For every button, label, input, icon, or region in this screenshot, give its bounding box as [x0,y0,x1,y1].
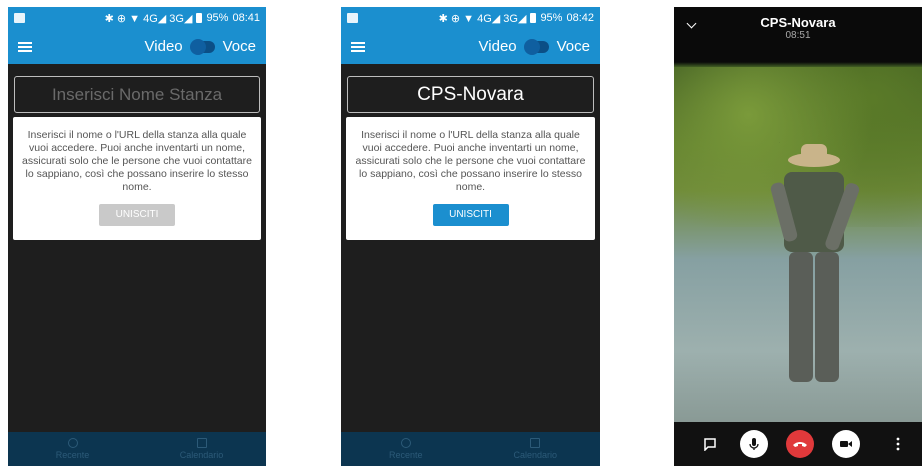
menu-icon[interactable] [351,41,365,52]
app-toolbar: Video Voce [341,29,600,64]
fisherman-figure [770,142,860,382]
nav-calendar-label: Calendario [179,450,224,460]
app-toolbar: Video Voce [8,29,266,64]
image-notification-icon [347,13,358,23]
microphone-icon [749,438,759,450]
battery-icon [196,13,203,23]
status-bar: ✱ ⊕ ▼ 4G◢ 3G◢ 95% 08:42 [341,7,600,29]
image-notification-icon [14,13,25,23]
microphone-button[interactable] [740,430,768,458]
status-icons: ✱ ⊕ ▼ 4G◢ 3G◢ [438,12,527,25]
call-duration: 08:51 [785,30,811,41]
phone-screen-1: ✱ ⊕ ▼ 4G◢ 3G◢ 95% 08:41 Video Voce Inser… [8,7,266,466]
battery-icon [530,13,537,23]
battery-level: 95% [206,12,229,24]
voice-label: Voce [222,38,256,55]
nav-calendar[interactable]: Calendario [137,432,266,466]
battery-level: 95% [540,12,563,24]
phone-screen-2: ✱ ⊕ ▼ 4G◢ 3G◢ 95% 08:42 Video Voce CPS-N… [341,7,600,466]
join-button[interactable]: UNISCITI [99,204,175,226]
camera-button[interactable] [832,430,860,458]
status-bar: ✱ ⊕ ▼ 4G◢ 3G◢ 95% 08:41 [8,7,266,29]
video-label: Video [144,38,183,55]
help-text: Inserisci il nome o l'URL della stanza a… [355,129,586,193]
nav-calendar-label: Calendario [513,450,558,460]
nav-recent[interactable]: Recente [341,432,471,466]
nav-recent-label: Recente [388,450,423,460]
remote-video-feed: CPS-Novara 08:51 [674,7,922,466]
history-icon [400,438,411,448]
call-room-title: CPS-Novara [760,15,836,30]
nav-recent-label: Recente [55,450,90,460]
video-label: Video [478,38,517,55]
bottom-nav: Recente Calendario [8,432,266,466]
phone-screen-3: CPS-Novara 08:51 [674,7,922,466]
room-name-input[interactable]: Inserisci Nome Stanza [14,76,260,113]
room-name-placeholder: Inserisci Nome Stanza [51,84,223,104]
video-camera-icon [840,441,852,447]
video-voice-toggle[interactable] [523,38,549,55]
status-icons: ✱ ⊕ ▼ 4G◢ 3G◢ [104,12,193,25]
menu-icon[interactable] [18,41,32,52]
history-icon [67,438,78,448]
calendar-icon [196,438,207,448]
help-text: Inserisci il nome o l'URL della stanza a… [22,129,252,193]
video-voice-toggle[interactable] [189,38,215,55]
room-name-input[interactable]: CPS-Novara [347,76,594,113]
phone-hangup-icon [793,442,807,447]
room-name-value: CPS-Novara [417,83,524,105]
nav-recent[interactable]: Recente [8,432,137,466]
help-card: Inserisci il nome o l'URL della stanza a… [13,117,261,240]
nav-calendar[interactable]: Calendario [471,432,601,466]
call-controls [674,422,922,466]
hangup-button[interactable] [786,430,814,458]
calendar-icon [530,438,541,448]
help-card: Inserisci il nome o l'URL della stanza a… [346,117,595,240]
voice-label: Voce [556,38,590,55]
bottom-nav: Recente Calendario [341,432,600,466]
more-options-icon[interactable] [884,430,912,458]
clock: 08:42 [566,12,594,24]
clock: 08:41 [232,12,260,24]
chat-icon[interactable] [696,430,724,458]
join-button[interactable]: UNISCITI [432,204,509,226]
